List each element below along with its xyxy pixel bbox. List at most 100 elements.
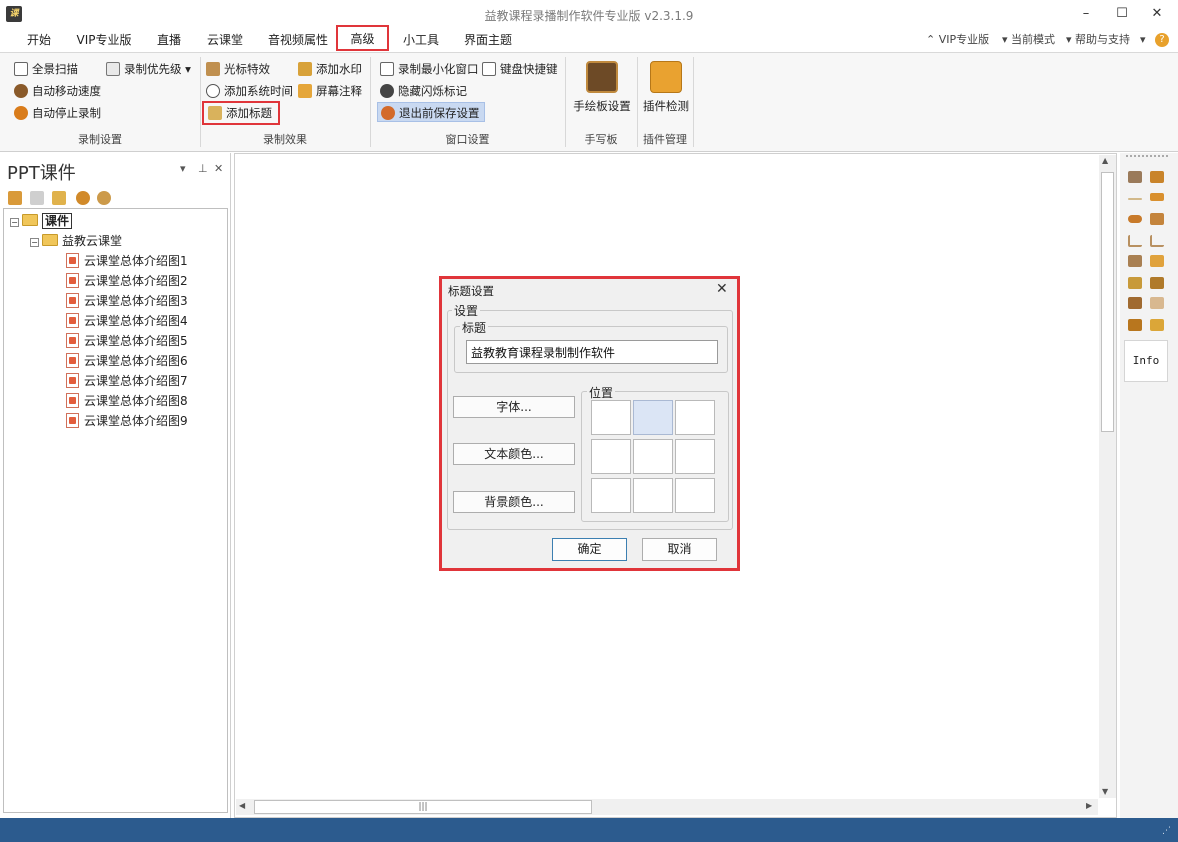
dropdown-arrow-icon[interactable]: ▾ (1140, 28, 1146, 52)
menu-theme[interactable]: 界面主题 (460, 28, 516, 52)
remove-ppt-icon[interactable] (30, 191, 44, 205)
auto-stop-record-button[interactable]: 自动停止录制 (14, 103, 101, 123)
angle-icon[interactable] (1150, 235, 1164, 247)
undo-icon[interactable] (1128, 297, 1142, 309)
crop-icon[interactable] (1150, 255, 1164, 267)
add-title-button[interactable]: 添加标题 (202, 101, 280, 125)
watermark-icon (298, 62, 312, 76)
background-color-button[interactable]: 背景颜色... (453, 491, 575, 513)
toolbar-grip[interactable] (1126, 155, 1168, 157)
help-dropdown[interactable]: ▾ 帮助与支持 (1066, 28, 1130, 52)
tree-file[interactable]: 云课堂总体介绍图1 (66, 251, 188, 271)
ellipse-icon[interactable] (1128, 215, 1142, 223)
tree-file[interactable]: 云课堂总体介绍图9 (66, 411, 188, 431)
position-bottom-right[interactable] (675, 478, 715, 513)
menu-tools[interactable]: 小工具 (396, 28, 446, 52)
add-folder-icon[interactable] (52, 191, 66, 205)
ppt-file-icon (66, 373, 79, 388)
eye-icon (380, 84, 394, 98)
collapse-icon[interactable]: − (10, 218, 19, 227)
position-top-center[interactable] (633, 400, 673, 435)
vertical-scroll-thumb[interactable] (1101, 172, 1114, 432)
info-icon[interactable] (76, 191, 90, 205)
disable-icon[interactable] (97, 191, 111, 205)
position-middle-left[interactable] (591, 439, 631, 474)
save-settings-on-exit-toggle[interactable]: 退出前保存设置 (377, 102, 485, 122)
close-icon[interactable]: ✕ (1147, 5, 1167, 23)
hide-flash-marker-button[interactable]: 隐藏闪烁标记 (380, 81, 467, 101)
scroll-left-icon[interactable]: ◀ (239, 801, 245, 810)
tree-root[interactable]: − 课件 (10, 211, 73, 231)
info-button[interactable]: Info (1124, 340, 1168, 382)
scroll-down-icon[interactable]: ▼ (1102, 787, 1108, 796)
scroll-right-icon[interactable]: ▶ (1086, 801, 1092, 810)
redo-icon[interactable] (1150, 297, 1164, 309)
menu-cloud-class[interactable]: 云课堂 (200, 28, 250, 52)
ppt-file-icon (66, 413, 79, 428)
tree-file[interactable]: 云课堂总体介绍图6 (66, 351, 188, 371)
panel-dropdown-icon[interactable]: ▾ (180, 162, 186, 175)
add-watermark-button[interactable]: 添加水印 (298, 59, 362, 79)
handwriting-settings-button[interactable]: 手绘板设置 (570, 59, 634, 119)
brush-icon[interactable] (1150, 171, 1164, 183)
document-icon[interactable] (1128, 319, 1142, 331)
record-priority-button[interactable]: 录制优先级 ▾ (106, 59, 191, 79)
panorama-scan-button[interactable]: 全景扫描 (14, 59, 78, 79)
add-ppt-icon[interactable] (8, 191, 22, 205)
record-minimize-window-button[interactable]: 录制最小化窗口 (380, 59, 479, 79)
pin-icon[interactable]: ⊥ (198, 162, 208, 175)
vip-dropdown[interactable]: ⌃ VIP专业版 (926, 28, 989, 52)
screen-annotation-button[interactable]: 屏幕注释 (298, 81, 362, 101)
ok-button[interactable]: 确定 (552, 538, 627, 561)
tree-file[interactable]: 云课堂总体介绍图8 (66, 391, 188, 411)
help-icon[interactable]: ? (1155, 33, 1169, 47)
mode-dropdown[interactable]: ▾ 当前模式 (1002, 28, 1055, 52)
window-title: 益教课程录播制作软件专业版 v2.3.1.9 (484, 9, 694, 23)
menu-av-properties[interactable]: 音视频属性 (262, 28, 334, 52)
line-icon[interactable] (1128, 198, 1142, 200)
image-icon[interactable] (1128, 277, 1142, 289)
menu-live[interactable]: 直播 (148, 28, 190, 52)
horizontal-scroll-thumb[interactable]: ||| (254, 800, 592, 814)
folder-open-icon (42, 234, 58, 246)
title-input[interactable] (466, 340, 718, 364)
cancel-button[interactable]: 取消 (642, 538, 717, 561)
scroll-up-icon[interactable]: ▲ (1102, 156, 1108, 165)
tree-file[interactable]: 云课堂总体介绍图5 (66, 331, 188, 351)
cursor-effect-button[interactable]: 光标特效 (206, 59, 270, 79)
menu-vip[interactable]: VIP专业版 (72, 28, 136, 52)
courseware-tree[interactable]: − 课件 − 益教云课堂 云课堂总体介绍图1 云课堂总体介绍图2 云课堂总体介绍图3… (3, 208, 228, 813)
add-system-time-button[interactable]: 添加系统时间 (206, 81, 293, 101)
minimize-icon[interactable]: – (1076, 5, 1096, 23)
collapse-icon[interactable]: − (30, 238, 39, 247)
fill-icon[interactable] (1150, 213, 1164, 225)
tree-file[interactable]: 云课堂总体介绍图7 (66, 371, 188, 391)
position-top-left[interactable] (591, 400, 631, 435)
panel-close-icon[interactable]: ✕ (214, 162, 223, 175)
position-middle-right[interactable] (675, 439, 715, 474)
tree-file[interactable]: 云课堂总体介绍图4 (66, 311, 188, 331)
keyboard-shortcuts-button[interactable]: 键盘快捷键 (482, 59, 558, 79)
pointer-icon[interactable] (1128, 171, 1142, 183)
position-top-right[interactable] (675, 400, 715, 435)
plugin-check-button[interactable]: 插件检测 (640, 59, 692, 119)
auto-move-speed-button[interactable]: 自动移动速度 (14, 81, 101, 101)
tree-folder[interactable]: − 益教云课堂 (30, 231, 122, 251)
axis-icon[interactable] (1128, 235, 1142, 247)
ruler-icon[interactable] (1150, 319, 1164, 331)
font-button[interactable]: 字体... (453, 396, 575, 418)
dialog-close-icon[interactable]: ✕ (716, 281, 728, 297)
text-color-button[interactable]: 文本颜色... (453, 443, 575, 465)
trash-icon[interactable] (1150, 277, 1164, 289)
rectangle-icon[interactable] (1150, 193, 1164, 201)
position-center[interactable] (633, 439, 673, 474)
tree-file[interactable]: 云课堂总体介绍图2 (66, 271, 188, 291)
resize-grip-icon[interactable]: ⋰ (1162, 826, 1171, 836)
menu-advanced[interactable]: 高级 (336, 25, 389, 51)
tree-file[interactable]: 云课堂总体介绍图3 (66, 291, 188, 311)
position-bottom-center[interactable] (633, 478, 673, 513)
position-bottom-left[interactable] (591, 478, 631, 513)
maximize-icon[interactable]: ☐ (1112, 5, 1132, 23)
menu-start[interactable]: 开始 (16, 28, 62, 52)
eraser-icon[interactable] (1128, 255, 1142, 267)
